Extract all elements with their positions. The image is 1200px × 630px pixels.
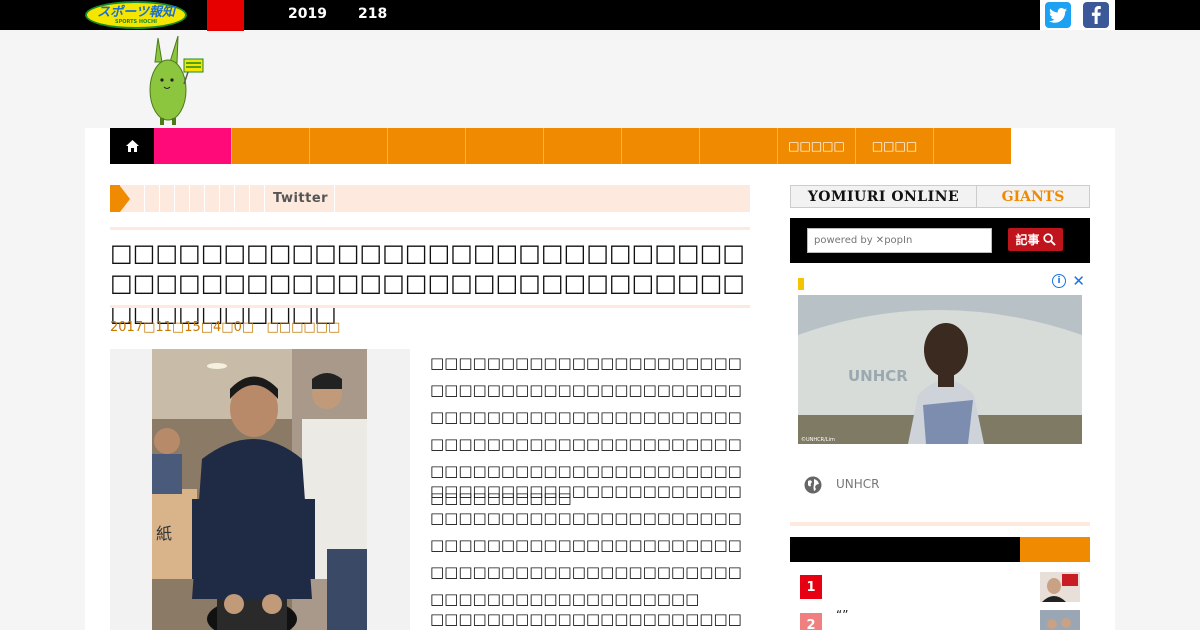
top-link-2019[interactable]: 2019 [288,6,327,22]
breadcrumb-item[interactable] [220,185,235,212]
top-link-218[interactable]: 218 [358,6,387,22]
article-title: □□□□□□□□□□□□□□□□□□□□□□□□□□□□□□□□□□□□□□□□… [110,239,745,327]
breadcrumb-item[interactable] [160,185,175,212]
ranking-item[interactable]: 2 “” [790,606,1090,630]
ad-marker [798,278,804,290]
top-red-tab[interactable] [207,0,244,31]
article-paragraph: □□□□□□□□□□□□□□□□□□□□□□□□□□□□□□□□□□□□□□□□… [430,482,742,608]
nav-tab[interactable] [543,128,621,164]
ranking-number: 2 [800,613,822,630]
breadcrumb-arrow-icon [110,185,120,212]
partner-logos: YOMIURI ONLINE GIANTS [790,185,1090,208]
ad-image-credit: ©UNHCR/Lim [801,436,835,443]
nav-tab[interactable] [387,128,465,164]
giants-logo[interactable]: GIANTS [977,186,1089,207]
ranking-title: “” [836,608,849,622]
nav-tab[interactable] [621,128,699,164]
search-icon [1042,233,1056,246]
breadcrumb-item[interactable] [250,185,265,212]
nav-tab[interactable] [699,128,777,164]
breadcrumb-item[interactable] [130,185,145,212]
main-nav: □□□□□ □□□□ [110,128,1089,164]
article-paragraph: □□□□□□□□□□□□□□□□□□□□□□□□□□□□□□ [430,610,742,628]
social-links [1040,0,1115,30]
logo-sub-text: SPORTS HOCHI [114,18,158,25]
breadcrumb: Twitter [110,185,750,212]
ad-image[interactable]: UNHCR ©UNHCR/Lim [798,295,1082,444]
ranking-thumbnail [1040,610,1080,630]
breadcrumb-item[interactable] [190,185,205,212]
home-icon[interactable] [110,128,154,164]
nav-tab-featured[interactable] [154,128,231,164]
ranking-item[interactable]: 1 [790,568,1090,606]
ad-image-caption: UNHCR [848,367,908,385]
breadcrumb-divider [334,185,336,212]
ranking-number: 1 [800,575,822,599]
search-input[interactable] [807,228,992,253]
nav-tab[interactable]: □□□□□ [777,128,855,164]
breadcrumb-item[interactable] [175,185,190,212]
breadcrumb-current[interactable]: Twitter [273,191,328,206]
ranking-thumbnail [1040,572,1080,602]
nav-tab[interactable] [465,128,543,164]
ad-advertiser[interactable]: UNHCR [836,477,880,491]
ad-info-icon[interactable]: i [1052,274,1066,288]
nav-tab[interactable]: □□□□ [855,128,933,164]
breadcrumb-item[interactable] [235,185,250,212]
nav-tab[interactable] [933,128,1011,164]
title-divider-bottom [110,305,750,308]
yomiuri-online-logo[interactable]: YOMIURI ONLINE [791,186,977,207]
site-logo[interactable]: スポーツ報知 SPORTS HOCHI [85,1,187,29]
mascot-illustration [140,32,210,126]
nav-tab[interactable] [231,128,309,164]
facebook-icon[interactable] [1083,2,1109,28]
search-box: 記事 [790,218,1090,263]
article-meta: 2017□11□15□4□0□ □□□□□□ [110,320,340,335]
article-photo[interactable]: 紙 [152,349,367,630]
title-divider-top [110,227,750,230]
breadcrumb-arrow-tip [120,185,130,212]
search-button[interactable]: 記事 [1008,228,1063,251]
globe-icon [804,476,822,494]
article-author: □□□□□□ [266,320,341,335]
ad-close-icon[interactable]: ✕ [1072,272,1085,290]
logo-main-text: スポーツ報知 [97,4,175,20]
ranking-header [790,537,1090,562]
search-button-label: 記事 [1015,233,1040,247]
svg-text:紙: 紙 [156,524,172,543]
breadcrumb-item[interactable] [205,185,220,212]
sidebar-divider [790,522,1090,526]
nav-tab[interactable] [309,128,387,164]
twitter-icon[interactable] [1045,2,1071,28]
breadcrumb-item[interactable] [145,185,160,212]
article-date: 2017□11□15□4□0□ [110,320,255,335]
advertisement: i ✕ UNHCR ©UNHCR/Lim UNHCR [790,272,1090,512]
ranking-header-tab[interactable] [1020,537,1090,562]
